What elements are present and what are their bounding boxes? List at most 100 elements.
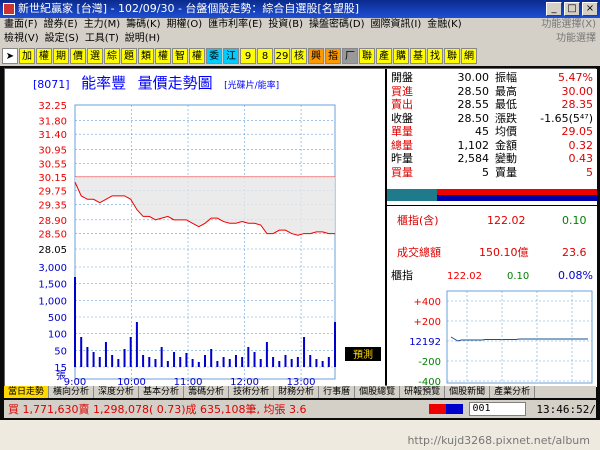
mini-tick-label: 12192 [409,337,441,348]
volume-tick-label: 1,500 [38,280,67,291]
quote-label: 均價 [495,125,517,138]
menu-item[interactable]: 投資(B) [268,18,303,32]
mini-tick-label: -200 [418,357,441,368]
volume-bar [315,359,318,367]
menu-item[interactable]: 說明(H) [125,32,160,46]
menu-item[interactable]: 證券(E) [44,18,78,32]
toolbar-button[interactable]: 權 [155,48,171,64]
quote-value: 5 [482,165,489,179]
toolbar-button[interactable]: 核 [291,48,307,64]
toolbar-button[interactable]: 29 [274,48,290,64]
toolbar-button[interactable]: 題 [121,48,137,64]
quote-value: 28.50 [457,111,490,125]
toolbar-button[interactable]: 聯 [444,48,460,64]
quote-value: 45 [475,125,489,138]
toolbar-button[interactable]: 權 [36,48,52,64]
toolbar-button[interactable]: 購 [393,48,409,64]
menu-item[interactable]: 操盤密碼(D) [309,18,365,32]
toolbar-button[interactable]: 價 [70,48,86,64]
quote-value: 30.00 [561,84,594,98]
volume-bar [197,362,200,367]
toolbar-button[interactable]: ➤ [2,48,18,64]
tab-6[interactable]: 財務分析 [274,386,320,398]
mini-value: 122.02 [447,271,482,282]
volume-bar [160,347,163,367]
menu-item[interactable]: 檢視(V) [4,32,39,46]
volume-bar [278,361,281,367]
volume-bar [179,357,182,367]
close-button[interactable]: × [582,2,598,16]
tab-1[interactable]: 橫向分析 [49,386,95,398]
tab-4[interactable]: 籌碼分析 [184,386,230,398]
window-title: 新世紀贏家 [台灣] - 102/09/30 - 台盤個股走勢：綜合自選股[名望… [18,2,359,15]
toolbar-button[interactable]: 興 [308,48,324,64]
tab-9[interactable]: 研報預覽 [400,386,446,398]
tab-11[interactable]: 產業分析 [490,386,536,398]
menu-item[interactable]: 國際資訊(I) [371,18,422,32]
toolbar-button[interactable]: 指 [325,48,341,64]
trade-summary: 買 1,771,630賣 1,298,078( 0.73)成 635,108筆,… [8,403,307,416]
toolbar-button[interactable]: 網 [461,48,477,64]
volume-bar [327,357,330,367]
volume-tick-label: 1,000 [38,296,67,307]
ask-bar-lower [437,195,597,201]
quote-value: 28.50 [457,84,490,98]
toolbar-button[interactable]: 委 [206,48,222,64]
toolbar-button[interactable]: 找 [427,48,443,64]
volume-bar [92,352,95,367]
menu-item[interactable]: 畫面(F) [4,18,38,32]
menu-item[interactable]: 籌碼(K) [126,18,160,32]
toolbar-button[interactable]: 產 [376,48,392,64]
tab-7[interactable]: 行事曆 [319,386,356,398]
stock-name: 能率豐 [81,74,127,92]
volume-bar [135,322,138,367]
menu-right-label[interactable]: 功能選擇(X) [541,18,596,32]
quote-value: 5.47% [558,71,593,84]
volume-bar [117,359,120,367]
menu-item[interactable]: 主力(M) [84,18,120,32]
toolbar-button[interactable]: 9 [240,48,256,64]
menu-item[interactable]: 匯市利率(E) [208,18,262,32]
toolbar-button[interactable]: 江 [223,48,239,64]
tab-0[interactable]: 當日走勢 [4,386,50,398]
tab-3[interactable]: 基本分析 [139,386,185,398]
toolbar-button[interactable]: 厂 [342,48,358,64]
toolbar-button[interactable]: 基 [410,48,426,64]
toolbar-button[interactable]: 類 [138,48,154,64]
toolbar-button[interactable]: 權 [189,48,205,64]
toolbar-button[interactable]: 聯 [359,48,375,64]
tab-2[interactable]: 深度分析 [94,386,140,398]
quote-value: 28.55 [457,98,490,111]
menu-item[interactable]: 期權(O) [167,18,203,32]
menu-item[interactable]: 工具(T) [85,32,119,46]
toolbar: ➤ 加權期價選綜題類權智權委江 9 8 29 核興指厂聯產購基找聯網 [0,46,600,66]
menu-item[interactable]: 設定(S) [45,32,79,46]
turnover-change: 23.6 [562,246,587,259]
status-bar: 買 1,771,630賣 1,298,078( 0.73)成 635,108筆,… [4,400,596,418]
price-tick-label: 28.50 [38,230,67,241]
volume-bar [86,347,89,367]
menu-item[interactable]: 金融(K) [427,18,461,32]
toolbar-button[interactable]: 綜 [104,48,120,64]
price-tick-label: 30.15 [38,173,67,184]
toolbar-button[interactable]: 8 [257,48,273,64]
volume-bar [129,337,132,367]
tab-5[interactable]: 技術分析 [229,386,275,398]
toolbar-button[interactable]: 期 [53,48,69,64]
toolbar-button[interactable]: 選 [87,48,103,64]
chart-header: [8071] 能率豐 量價走勢圖 [光碟片/能率] [33,72,279,93]
minimize-button[interactable]: _ [546,2,562,16]
quote-label: 賣出 [391,98,413,111]
maximize-button[interactable]: □ [564,2,580,16]
code-input[interactable]: 001 [469,402,527,416]
tab-10[interactable]: 個股新聞 [445,386,491,398]
quote-label: 漲跌 [495,111,517,125]
toolbar-button[interactable]: 加 [19,48,35,64]
menu-right-label-2[interactable]: 功能選擇 [556,32,596,46]
stock-tags[interactable]: [光碟片/能率] [224,81,279,91]
tab-8[interactable]: 個股總覽 [355,386,401,398]
volume-bar [80,337,83,367]
toolbar-button[interactable]: 智 [172,48,188,64]
quote-label: 賣量 [495,165,517,179]
price-tick-label: 31.80 [38,116,67,127]
